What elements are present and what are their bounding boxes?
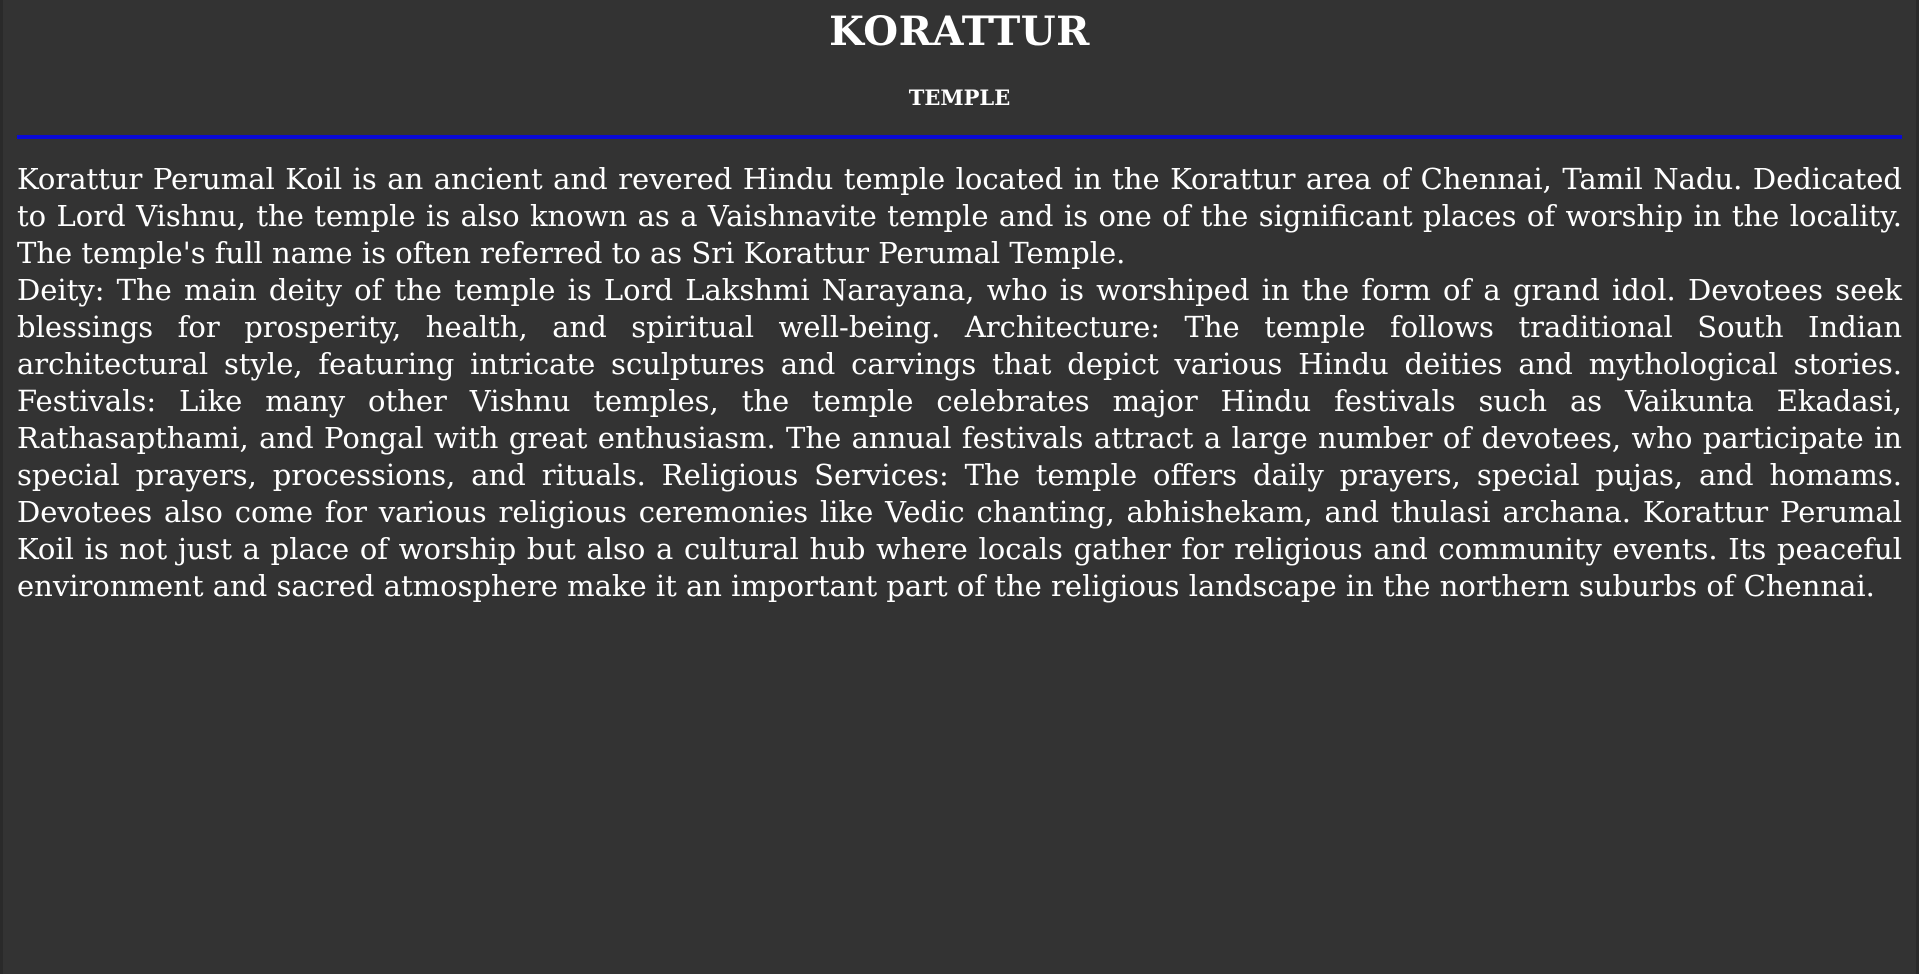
- page: KORATTUR TEMPLE Korattur Perumal Koil is…: [3, 0, 1916, 605]
- page-subtitle: TEMPLE: [908, 85, 1011, 110]
- page-title: KORATTUR: [829, 8, 1090, 55]
- header-divider: [17, 135, 1902, 139]
- intro-paragraph: Korattur Perumal Koil is an ancient and …: [17, 162, 1902, 270]
- article-body: Korattur Perumal Koil is an ancient and …: [17, 161, 1902, 605]
- details-paragraph: Deity: The main deity of the temple is L…: [17, 273, 1902, 603]
